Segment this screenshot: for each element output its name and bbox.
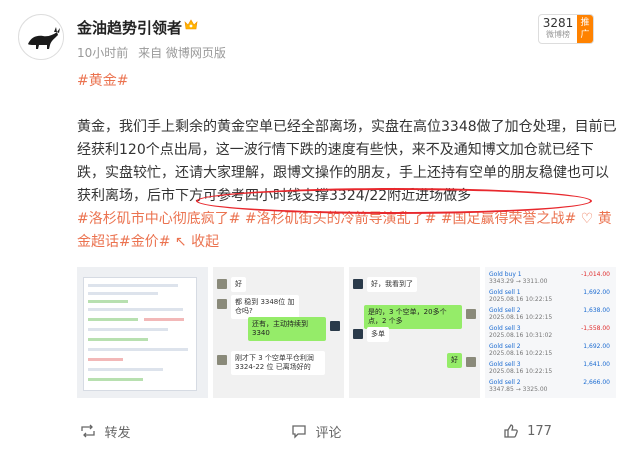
trade-row: Gold sell 2 1,638.00 2025.08.16 10:22:15: [489, 307, 612, 323]
trade-label: Gold sell 3: [489, 325, 521, 332]
image-thumbnail-trade-records[interactable]: Gold buy 1 -1,014.00 3343.29 → 3311.00 Gold…: [485, 267, 616, 398]
software-window: [83, 277, 197, 391]
vip-crown-icon: [183, 17, 199, 37]
image-thumbnail-chat-1[interactable]: 好 都 稳到 3348位 加仓吗? 还有，主动持续到 3340 刚才下 3 个空…: [213, 267, 344, 398]
topic-tag-gold[interactable]: #黄金#: [77, 70, 128, 90]
trade-label: Gold sell 2: [489, 307, 521, 314]
action-bar: 转发 评论 177: [0, 414, 633, 448]
trade-sub: 2025.08.16 10:22:15: [489, 350, 553, 357]
trade-label: Gold sell 1: [489, 289, 521, 296]
post-meta: 10小时前 来自 微博网页版: [77, 44, 232, 61]
trade-sub: 2025.08.16 10:22:15: [489, 314, 553, 321]
hashtag-links[interactable]: #洛杉矶市中心彻底疯了# #洛杉矶街头的冷箭导演乱了# #国足赢得荣誉之战#: [77, 211, 576, 227]
price-tag-link[interactable]: #金价#: [119, 234, 170, 250]
image-thumbnail-trading-software[interactable]: [77, 267, 208, 398]
trade-row: Gold sell 2 1,692.00 2025.08.16 10:22:15: [489, 343, 612, 359]
chat2-msg-1: 好，我看到了: [367, 277, 417, 292]
repost-icon: [81, 424, 96, 438]
post-main-text: 黄金，我们手上剩余的黄金空单已经全部离场，实盘在高位3348做了加仓处理，目前已…: [77, 119, 617, 204]
trade-label: Gold buy 1: [489, 271, 522, 278]
post-time[interactable]: 10小时前: [77, 46, 128, 60]
trade-sub: 3347.85 → 3325.00: [489, 386, 548, 393]
trade-row: Gold sell 2 2,666.00 3347.85 → 3325.00: [489, 379, 612, 395]
chat1-msg-4: 刚才下 3 个空单平仓利润 3324-22 位 已离场好的: [231, 351, 325, 375]
trade-value: 2,666.00: [583, 379, 610, 386]
like-count: 177: [527, 423, 552, 439]
comment-icon: [292, 425, 307, 439]
promo-tag: 推广: [577, 15, 593, 43]
collapse-icon: ↖: [174, 234, 187, 250]
chat1-msg-2: 都 稳到 3348位 加仓吗?: [231, 295, 299, 319]
trade-row: Gold sell 3 -1,558.00 2025.08.16 10:31:02: [489, 325, 612, 341]
rank-number: 3281: [542, 16, 574, 30]
trade-row: Gold sell 1 1,692.00 2025.08.16 10:22:15: [489, 289, 612, 305]
repost-label: 转发: [104, 425, 131, 441]
trade-value: 1,638.00: [583, 307, 610, 314]
chat1-msg-3: 还有，主动持续到 3340: [248, 317, 326, 341]
hot-rank-badge[interactable]: 3281 微博榜 推广: [538, 14, 594, 44]
trade-sub: 3343.29 → 3311.00: [489, 278, 548, 285]
trade-label: Gold sell 3: [489, 361, 521, 368]
trade-row: Gold buy 1 -1,014.00 3343.29 → 3311.00: [489, 271, 612, 287]
post-source: 来自 微博网页版: [138, 46, 226, 60]
chat2-msg-3: 多单: [367, 327, 389, 342]
trade-value: 1,692.00: [583, 289, 610, 296]
chat2-msg-4: 好: [447, 353, 462, 368]
repost-button[interactable]: 转发: [0, 414, 211, 448]
comment-button[interactable]: 评论: [211, 414, 422, 448]
chat2-msg-2: 是的，3 个空单，20多个点，2 个多: [364, 305, 462, 329]
trade-sub: 2025.08.16 10:22:15: [489, 296, 553, 303]
user-avatar[interactable]: [18, 14, 64, 60]
image-thumbnail-chat-2[interactable]: 好，我看到了 是的，3 个空单，20多个点，2 个多 多单 好: [349, 267, 480, 398]
super-topic-icon: ♡: [580, 211, 594, 227]
collapse-link[interactable]: 收起: [191, 234, 219, 250]
rank-subtitle: 微博榜: [546, 30, 570, 39]
thumbs-up-icon: [504, 424, 518, 438]
like-button[interactable]: 177: [422, 414, 633, 448]
trade-sub: 2025.08.16 10:31:02: [489, 332, 553, 339]
trade-sub: 2025.08.16 10:22:15: [489, 368, 553, 375]
trade-row: Gold sell 3 1,641.00 2025.08.16 10:22:15: [489, 361, 612, 377]
trade-label: Gold sell 2: [489, 379, 521, 386]
chat1-msg-1: 好: [231, 277, 246, 292]
post-body: 黄金，我们手上剩余的黄金空单已经全部离场，实盘在高位3348做了加仓处理，目前已…: [77, 116, 617, 254]
trade-label: Gold sell 2: [489, 343, 521, 350]
username[interactable]: 金油趋势引领者: [77, 17, 182, 38]
trade-value: -1,014.00: [581, 271, 610, 278]
trade-value: 1,692.00: [583, 343, 610, 350]
comment-label: 评论: [315, 425, 342, 441]
trade-value: -1,558.00: [581, 325, 610, 332]
image-gallery: 好 都 稳到 3348位 加仓吗? 还有，主动持续到 3340 刚才下 3 个空…: [77, 267, 616, 398]
trade-value: 1,641.00: [583, 361, 610, 368]
